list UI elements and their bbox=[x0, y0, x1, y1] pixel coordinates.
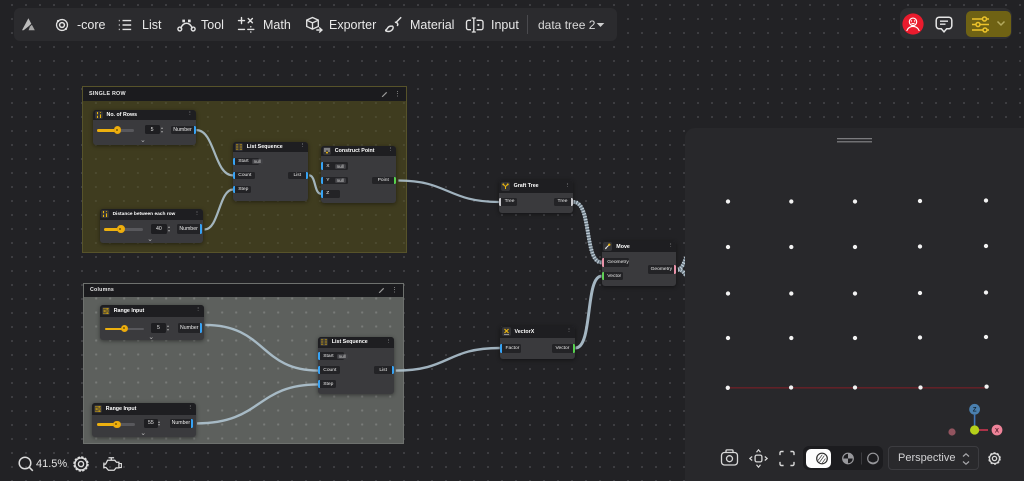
svg-text:Z: Z bbox=[973, 407, 977, 414]
